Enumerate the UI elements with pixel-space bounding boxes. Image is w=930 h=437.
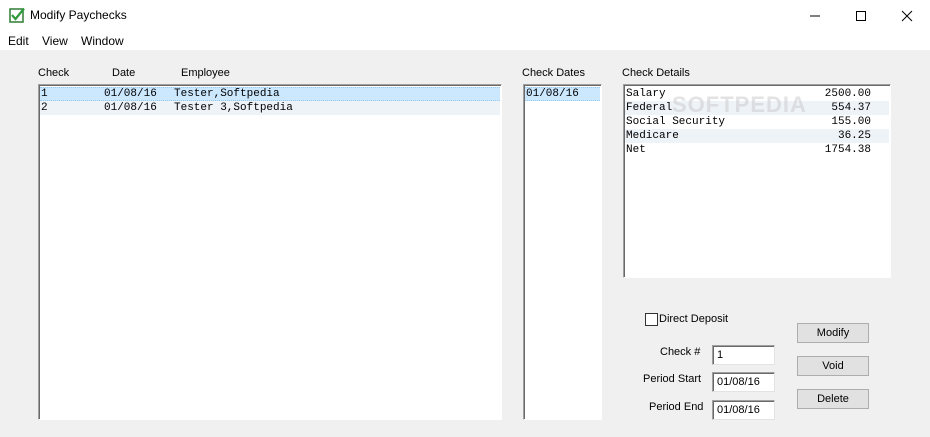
minimize-button[interactable]	[792, 0, 838, 31]
menu-window[interactable]: Window	[81, 34, 124, 48]
detail-row: Salary 2500.00	[625, 87, 889, 101]
check-dates-header: Check Dates	[522, 67, 585, 79]
checkbook-icon	[9, 7, 25, 23]
detail-value: 2500.00	[824, 88, 871, 100]
detail-label: Medicare	[626, 130, 679, 142]
period-end-label: Period End	[649, 401, 704, 413]
close-button[interactable]	[884, 0, 930, 31]
menu-edit[interactable]: Edit	[8, 34, 29, 48]
title-bar: Modify Paychecks	[0, 0, 930, 31]
detail-label: Social Security	[626, 116, 726, 128]
detail-value: 1754.38	[824, 144, 871, 156]
detail-row: Federal 554.37	[625, 101, 889, 115]
row-employee: Tester 3,Softpedia	[174, 102, 293, 114]
check-details-listbox[interactable]: Salary 2500.00 Federal 554.37 Social Sec…	[623, 84, 891, 278]
header-employee: Employee	[181, 67, 230, 79]
detail-row: Net 1754.38	[625, 143, 889, 157]
direct-deposit-checkbox[interactable]	[645, 313, 658, 326]
minimize-icon	[810, 15, 820, 16]
table-row[interactable]: 2 01/08/16 Tester 3,Softpedia	[40, 101, 500, 115]
check-dates-listbox[interactable]: 01/08/16	[523, 84, 602, 420]
row-check: 2	[41, 102, 48, 114]
checks-listbox[interactable]: 1 01/08/16 Tester,Softpedia 2 01/08/16 T…	[38, 84, 502, 420]
detail-row: Medicare 36.25	[625, 129, 889, 143]
row-check: 1	[41, 88, 48, 100]
header-check: Check	[38, 67, 70, 79]
detail-row: Social Security 155.00	[625, 115, 889, 129]
list-item[interactable]: 01/08/16	[525, 87, 600, 101]
window-title: Modify Paychecks	[30, 8, 127, 22]
menu-view[interactable]: View	[42, 34, 68, 48]
period-start-field[interactable]: 01/08/16	[712, 372, 775, 392]
check-number-label: Check #	[660, 346, 701, 358]
direct-deposit-label[interactable]: Direct Deposit	[659, 313, 728, 325]
header-date: Date	[112, 67, 136, 79]
detail-label: Federal	[626, 102, 673, 114]
detail-value: 36.25	[837, 130, 871, 142]
period-start-label: Period Start	[643, 373, 702, 385]
menu-bar: Edit View Window	[0, 31, 930, 50]
detail-value: 554.37	[831, 102, 871, 114]
modify-button[interactable]: Modify	[797, 323, 869, 343]
detail-label: Net	[626, 144, 646, 156]
maximize-icon	[856, 10, 866, 21]
delete-button[interactable]: Delete	[797, 389, 869, 409]
close-icon	[901, 10, 913, 21]
row-employee: Tester,Softpedia	[174, 88, 280, 100]
row-date: 01/08/16	[104, 102, 157, 114]
check-details-header: Check Details	[622, 67, 690, 79]
detail-value: 155.00	[831, 116, 871, 128]
void-button[interactable]: Void	[797, 356, 869, 376]
check-number-field[interactable]: 1	[712, 345, 775, 365]
table-row[interactable]: 1 01/08/16 Tester,Softpedia	[40, 87, 500, 101]
maximize-button[interactable]	[838, 0, 884, 31]
row-date: 01/08/16	[104, 88, 157, 100]
detail-label: Salary	[626, 88, 666, 100]
period-end-field[interactable]: 01/08/16	[712, 400, 775, 420]
